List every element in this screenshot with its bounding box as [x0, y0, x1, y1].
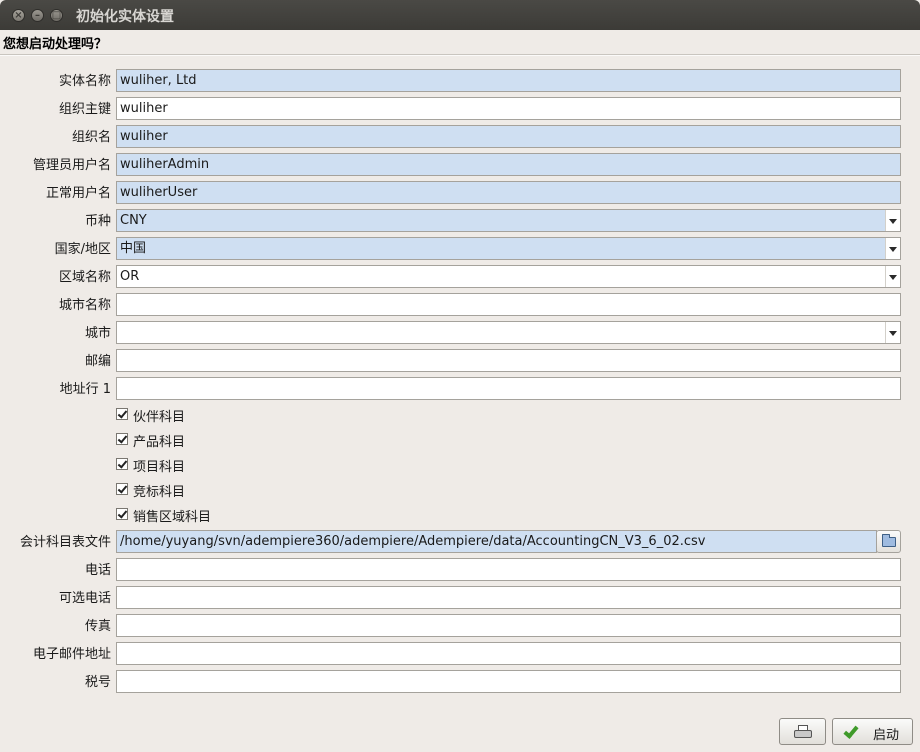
window-title: 初始化实体设置: [76, 9, 174, 25]
email-label: 电子邮件地址: [32, 647, 111, 662]
city-name-label: 城市名称: [58, 298, 111, 313]
checkbox-checked-icon[interactable]: [116, 483, 128, 495]
postal-label: 邮编: [84, 354, 111, 369]
city-label: 城市: [84, 326, 111, 341]
start-button[interactable]: 启动: [832, 718, 913, 745]
phone-label: 电话: [84, 563, 111, 578]
country-dropdown-icon[interactable]: [885, 238, 900, 259]
close-window-icon[interactable]: ×: [12, 9, 25, 22]
region-dropdown-icon[interactable]: [885, 266, 900, 287]
checkmark-icon: [843, 723, 859, 739]
start-button-label: 启动: [873, 728, 900, 743]
checkbox-label: 伙伴科目: [133, 410, 186, 425]
city-select[interactable]: [116, 321, 901, 344]
city-name-input[interactable]: [116, 293, 901, 316]
admin-user-input[interactable]: wuliherAdmin: [116, 153, 901, 176]
divider-highlight: [0, 55, 920, 56]
address1-label: 地址行 1: [59, 382, 111, 397]
browse-file-button[interactable]: [876, 530, 901, 553]
checkbox-checked-icon[interactable]: [116, 408, 128, 420]
address1-input[interactable]: [116, 377, 901, 400]
accounts-file-input[interactable]: /home/yuyang/svn/adempiere360/adempiere/…: [116, 530, 877, 553]
folder-icon: [882, 534, 896, 547]
print-button[interactable]: [779, 718, 826, 745]
printer-icon: [794, 725, 812, 739]
currency-label: 币种: [84, 214, 111, 229]
phone-input[interactable]: [116, 558, 901, 581]
entity-name-label: 实体名称: [58, 74, 111, 89]
entity-name-input[interactable]: wuliher, Ltd: [116, 69, 901, 92]
country-label: 国家/地区: [54, 242, 111, 257]
country-value: 中国: [120, 241, 147, 256]
alt-phone-label: 可选电话: [58, 591, 111, 606]
region-select[interactable]: OR: [116, 265, 901, 288]
email-input[interactable]: [116, 642, 901, 665]
checkbox-checked-icon[interactable]: [116, 433, 128, 445]
normal-user-input[interactable]: wuliherUser: [116, 181, 901, 204]
org-key-input[interactable]: wuliher: [116, 97, 901, 120]
currency-select[interactable]: CNY: [116, 209, 901, 232]
window-titlebar: × – □ 初始化实体设置: [0, 0, 920, 30]
country-select[interactable]: 中国: [116, 237, 901, 260]
accounts-file-label: 会计科目表文件: [19, 535, 111, 550]
region-value: OR: [120, 269, 140, 284]
org-key-label: 组织主键: [58, 102, 111, 117]
currency-value: CNY: [120, 213, 147, 228]
org-name-label: 组织名: [71, 130, 111, 145]
org-name-input[interactable]: wuliher: [116, 125, 901, 148]
admin-user-label: 管理员用户名: [32, 158, 111, 173]
prompt-question: 您想启动处理吗？: [3, 37, 108, 52]
checkbox-label: 销售区域科目: [133, 510, 212, 525]
fax-input[interactable]: [116, 614, 901, 637]
maximize-window-icon[interactable]: □: [50, 9, 63, 22]
checkbox-label: 竞标科目: [133, 485, 186, 500]
region-label: 区域名称: [58, 270, 111, 285]
checkbox-label: 产品科目: [133, 435, 186, 450]
normal-user-label: 正常用户名: [45, 186, 111, 201]
city-dropdown-icon[interactable]: [885, 322, 900, 343]
tax-id-label: 税号: [84, 675, 111, 690]
checkbox-label: 项目科目: [133, 460, 186, 475]
checkbox-checked-icon[interactable]: [116, 508, 128, 520]
alt-phone-input[interactable]: [116, 586, 901, 609]
currency-dropdown-icon[interactable]: [885, 210, 900, 231]
postal-input[interactable]: [116, 349, 901, 372]
fax-label: 传真: [84, 619, 111, 634]
tax-id-input[interactable]: [116, 670, 901, 693]
minimize-window-icon[interactable]: –: [31, 9, 44, 22]
checkbox-checked-icon[interactable]: [116, 458, 128, 470]
